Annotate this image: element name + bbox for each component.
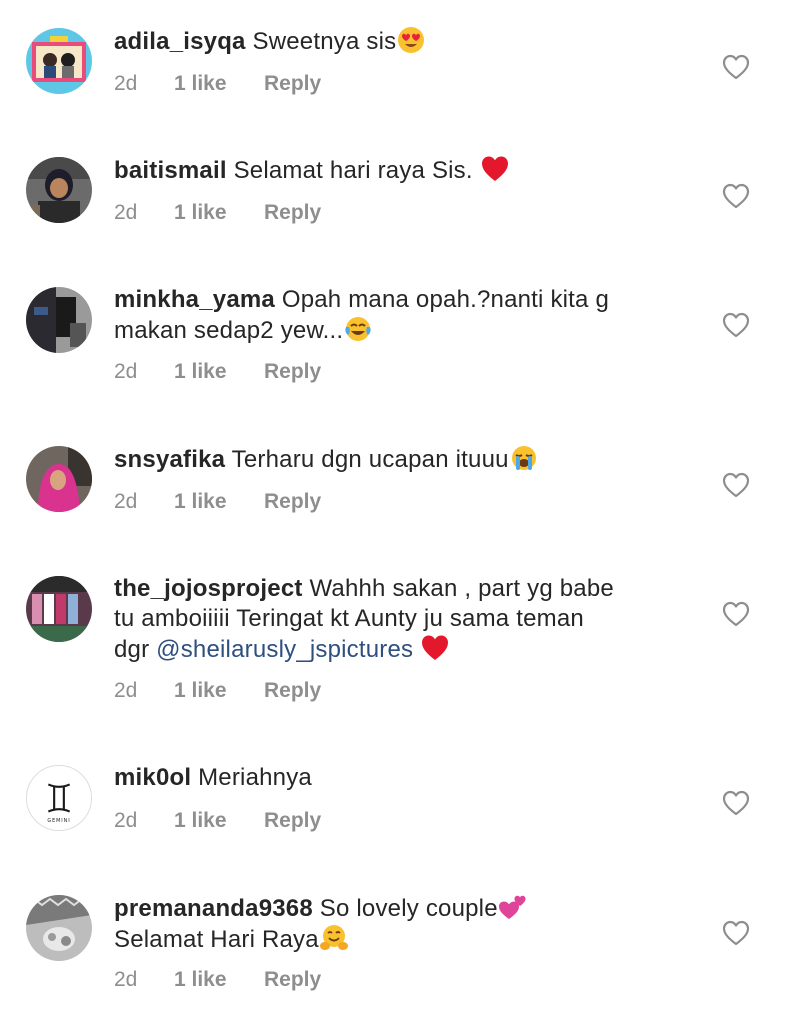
comment-likes[interactable]: 1 like [174,967,264,993]
comment-body-line: Selamat Hari Raya [114,926,319,953]
like-heart-icon[interactable] [722,312,750,338]
comment-username[interactable]: adila_isyqa [114,28,246,55]
comment-time: 2d [114,72,138,95]
avatar-caption: GEMINI [47,818,70,824]
red-heart-emoji-icon [481,155,509,183]
comment-meta: 2d 1 like Reply [114,967,321,993]
avatar-photo-dark [26,287,92,353]
comment-body-line: dgr [114,636,150,663]
avatar-photo-woman [26,157,92,223]
comment-body: Opah mana opah.?nanti kita g [281,286,610,313]
heart-eyes-emoji-icon [397,26,425,54]
comment-likes[interactable]: 1 like [174,71,264,97]
comment-body: Wahhh sakan , part yg babe [309,575,614,602]
avatar-photo-store [26,576,92,642]
comment-time: 2d [114,809,138,832]
reply-button[interactable]: Reply [264,968,321,991]
comment-username[interactable]: snsyafika [114,446,225,473]
two-hearts-emoji-icon [498,893,527,921]
avatar[interactable] [26,287,92,353]
comment-body: Sweetnya sis [252,28,397,55]
comment-meta: 2d 1 like Reply [114,200,321,226]
comment-time: 2d [114,201,138,224]
like-heart-icon[interactable] [722,54,750,80]
comment-time: 2d [114,490,138,513]
like-heart-icon[interactable] [722,472,750,498]
comment-body-line: tu amboiiiii Teringat kt Aunty ju sama t… [114,605,584,632]
avatar[interactable] [26,28,92,94]
tears-of-joy-emoji-icon [344,315,372,343]
like-heart-icon[interactable] [722,920,750,946]
comment-username[interactable]: the_jojosproject [114,575,303,602]
comment-username[interactable]: minkha_yama [114,286,275,313]
comment-body: Meriahnya [198,764,312,791]
reply-button[interactable]: Reply [264,201,321,224]
reply-button[interactable]: Reply [264,679,321,702]
comment-time: 2d [114,968,138,991]
avatar[interactable] [26,446,92,512]
comment-time: 2d [114,679,138,702]
reply-button[interactable]: Reply [264,72,321,95]
avatar-photo-grey [26,895,92,961]
comment-username[interactable]: baitismail [114,157,227,184]
avatar-photo-hijab [26,446,92,512]
avatar[interactable] [26,576,92,642]
loudly-crying-emoji-icon [510,444,538,472]
reply-button[interactable]: Reply [264,360,321,383]
avatar-photo-illustration [26,28,92,94]
comment-likes[interactable]: 1 like [174,200,264,226]
comment-meta: 2d 1 like Reply [114,489,321,515]
comment-text: adila_isyqa Sweetnya sis [114,26,674,57]
comment-meta: 2d 1 like Reply [114,71,321,97]
reply-button[interactable]: Reply [264,809,321,832]
like-heart-icon[interactable] [722,790,750,816]
comment-likes[interactable]: 1 like [174,489,264,515]
comment-username[interactable]: premananda9368 [114,895,313,922]
comment-text: the_jojosproject Wahhh sakan , part yg b… [114,574,674,665]
avatar[interactable] [26,895,92,961]
comment-likes[interactable]: 1 like [174,359,264,385]
hugging-face-emoji-icon [319,924,348,952]
reply-button[interactable]: Reply [264,490,321,513]
like-heart-icon[interactable] [722,601,750,627]
comment-likes[interactable]: 1 like [174,808,264,834]
comment-body: So lovely couple [319,895,498,922]
comment-meta: 2d 1 like Reply [114,359,321,385]
comment-body-line: makan sedap2 yew... [114,317,344,344]
comment-time: 2d [114,360,138,383]
comment-text: snsyafika Terharu dgn ucapan ituuu [114,444,674,475]
comment-text: baitismail Selamat hari raya Sis. [114,155,674,186]
comment-text: minkha_yama Opah mana opah.?nanti kita g… [114,285,674,346]
comment-body: Terharu dgn ucapan ituuu [231,446,509,473]
avatar[interactable]: GEMINI [26,765,92,831]
avatar[interactable] [26,157,92,223]
comment-meta: 2d 1 like Reply [114,808,321,834]
comment-likes[interactable]: 1 like [174,678,264,704]
mention-link[interactable]: @sheilarusly_jspictures [156,636,413,663]
like-heart-icon[interactable] [722,183,750,209]
red-heart-emoji-icon [421,634,449,662]
comment-body: Selamat hari raya Sis. [233,157,473,184]
avatar-gemini-logo: GEMINI [27,766,91,830]
comment-username[interactable]: mik0ol [114,764,191,791]
comment-text: premananda9368 So lovely couple Selamat H… [114,893,674,955]
comment-meta: 2d 1 like Reply [114,678,321,704]
comment-text: mik0ol Meriahnya [114,763,674,793]
